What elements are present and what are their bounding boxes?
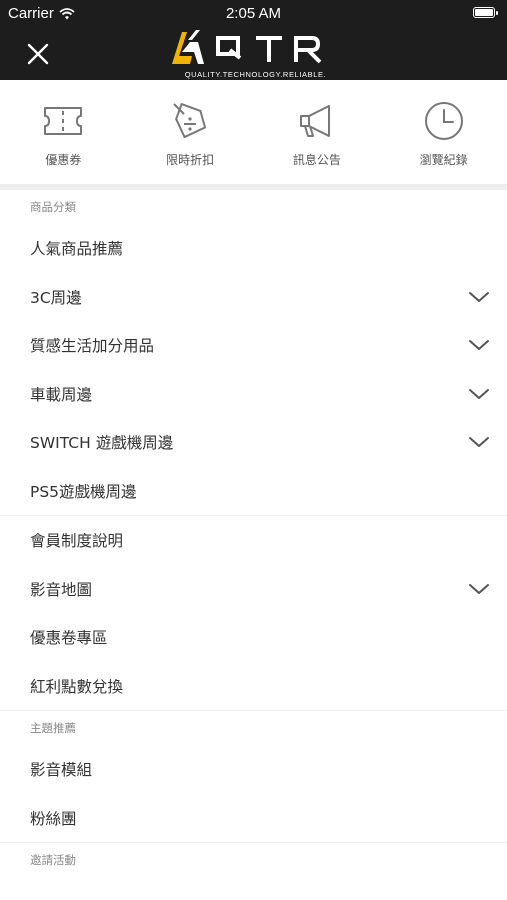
menu-item-label: 粉絲團 (30, 809, 77, 828)
header-bar: QUALITY.TECHNOLOGY.RELIABLE. (0, 26, 507, 80)
menu-item-fan-page[interactable]: 粉絲團 (0, 794, 507, 843)
chevron-down-icon[interactable] (468, 435, 490, 449)
menu-item-popular[interactable]: 人氣商品推薦 (0, 224, 507, 273)
menu-item-label: 紅利點數兌換 (30, 677, 124, 696)
menu-item-label: 影音地圖 (30, 580, 93, 599)
quick-link-label: 訊息公告 (292, 153, 341, 167)
brand-tagline: QUALITY.TECHNOLOGY.RELIABLE. (184, 70, 327, 79)
menu-item-label: 優惠卷專區 (30, 629, 108, 648)
menu-item-label: 3C周邊 (30, 288, 82, 307)
chevron-down-icon[interactable] (468, 290, 490, 304)
status-time: 2:05 AM (225, 5, 282, 22)
menu-item-coupon-zone[interactable]: 優惠卷專區 (0, 613, 507, 662)
menu-item-ps5[interactable]: PS5遊戲機周邊 (0, 467, 507, 516)
menu-item-av-map[interactable]: 影音地圖 (0, 565, 507, 614)
quick-link-label: 瀏覽紀錄 (419, 153, 468, 167)
menu-item-3c[interactable]: 3C周邊 (0, 273, 507, 322)
menu-item-label: 會員制度說明 (30, 532, 124, 551)
menu-item-membership[interactable]: 會員制度說明 (0, 516, 507, 565)
menu-item-switch[interactable]: SWITCH 遊戲機周邊 (0, 418, 507, 467)
quick-link-coupons[interactable]: 優惠券 (0, 80, 127, 184)
side-menu: 商品分類 人氣商品推薦 3C周邊 質感生活加分用品 車載周邊 SWITCH 遊戲… (0, 190, 507, 877)
menu-item-label: 影音模組 (30, 761, 93, 780)
menu-item-av-module[interactable]: 影音模組 (0, 745, 507, 794)
section-header-themes: 主題推薦 (30, 721, 76, 735)
section-header-categories: 商品分類 (30, 200, 76, 214)
ticket-icon (44, 107, 83, 135)
discount-tag-icon (173, 103, 207, 139)
quick-link-history[interactable]: 瀏覽紀錄 (380, 80, 507, 184)
quick-link-label: 限時折扣 (166, 153, 215, 167)
brand-logo: QUALITY.TECHNOLOGY.RELIABLE. (168, 26, 343, 80)
menu-item-label: 車載周邊 (30, 385, 93, 404)
quick-link-flash-sale[interactable]: 限時折扣 (127, 80, 254, 184)
clock-icon (424, 102, 463, 140)
qtr-logo-icon (172, 30, 322, 64)
quick-link-label: 優惠券 (45, 153, 82, 167)
menu-item-label: SWITCH 遊戲機周邊 (30, 434, 174, 453)
close-icon[interactable] (24, 40, 52, 68)
status-bar: Carrier 2:05 AM (0, 0, 507, 26)
chevron-down-icon[interactable] (468, 338, 490, 352)
quick-links: 優惠券 限時折扣 訊息公告 瀏覽紀錄 (0, 80, 507, 184)
quick-link-announcements[interactable]: 訊息公告 (254, 80, 381, 184)
chevron-down-icon[interactable] (468, 582, 490, 596)
megaphone-icon (299, 105, 330, 137)
menu-item-label: 人氣商品推薦 (30, 240, 124, 259)
chevron-down-icon[interactable] (468, 387, 490, 401)
section-header-invite: 邀請活動 (30, 853, 76, 867)
battery-icon (473, 7, 498, 18)
menu-item-car[interactable]: 車載周邊 (0, 370, 507, 419)
menu-item-label: 質感生活加分用品 (30, 337, 155, 356)
menu-item-label: PS5遊戲機周邊 (30, 482, 137, 501)
menu-item-lifestyle[interactable]: 質感生活加分用品 (0, 321, 507, 370)
menu-item-bonus-points[interactable]: 紅利點數兌換 (0, 662, 507, 711)
